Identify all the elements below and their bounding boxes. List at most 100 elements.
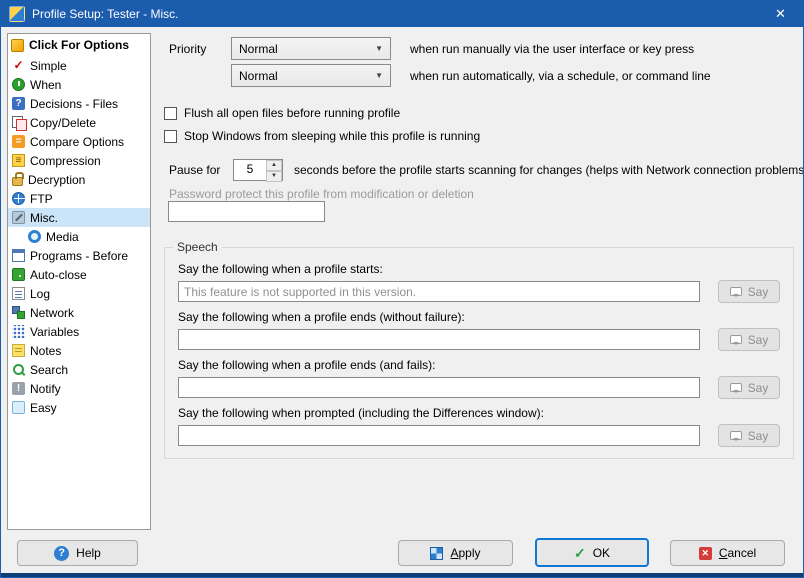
sidebar-item-when[interactable]: When: [8, 75, 150, 94]
sidebar-item-decisions-files[interactable]: Decisions - Files: [8, 94, 150, 113]
media-icon: [28, 230, 41, 243]
sidebar-item-search[interactable]: Search: [8, 360, 150, 379]
flush-files-label[interactable]: Flush all open files before running prof…: [184, 106, 400, 120]
speech-prompted-label: Say the following when prompted (includi…: [178, 406, 544, 420]
easy-icon: [12, 401, 25, 414]
speech-start-label: Say the following when a profile starts:: [178, 262, 383, 276]
compression-icon: [12, 154, 25, 167]
say-button-label: Say: [748, 333, 769, 347]
sidebar-item-misc[interactable]: Misc.: [8, 208, 150, 227]
speech-end-fail-input[interactable]: [178, 377, 700, 398]
window-title: Profile Setup: Tester - Misc.: [32, 7, 179, 21]
apply-button-label: Apply: [450, 546, 480, 560]
say-end-ok-button[interactable]: Say: [718, 328, 780, 351]
sidebar-item-label: Programs - Before: [30, 249, 128, 263]
chevron-down-icon: ▼: [375, 44, 383, 53]
flush-files-checkbox[interactable]: [164, 107, 177, 120]
priority-manual-value: Normal: [239, 42, 278, 56]
priority-manual-desc: when run manually via the user interface…: [410, 42, 694, 56]
sidebar-item-label: Log: [30, 287, 50, 301]
auto-close-icon: [12, 268, 25, 281]
help-button[interactable]: Help: [17, 540, 138, 566]
apply-icon: [430, 547, 443, 560]
sidebar-item-media[interactable]: Media: [8, 227, 150, 246]
ftp-icon: [12, 192, 25, 205]
say-prompted-button[interactable]: Say: [718, 424, 780, 447]
cancel-button[interactable]: Cancel: [670, 540, 785, 566]
stop-sleep-label[interactable]: Stop Windows from sleeping while this pr…: [184, 129, 480, 143]
sidebar-item-copy-delete[interactable]: Copy/Delete: [8, 113, 150, 132]
help-button-label: Help: [76, 546, 101, 560]
title-bar[interactable]: Profile Setup: Tester - Misc. ✕: [1, 1, 803, 27]
when-icon: [12, 78, 25, 91]
password-field[interactable]: [168, 201, 325, 222]
cancel-x-icon: [699, 547, 712, 560]
stepper-buttons: ▲ ▼: [266, 160, 282, 180]
speech-bubble-icon: [730, 383, 742, 392]
sidebar-item-auto-close[interactable]: Auto-close: [8, 265, 150, 284]
speech-end-ok-input[interactable]: [178, 329, 700, 350]
sidebar-item-compression[interactable]: Compression: [8, 151, 150, 170]
sidebar-item-network[interactable]: Network: [8, 303, 150, 322]
profile-setup-dialog: Profile Setup: Tester - Misc. ✕ Click Fo…: [0, 0, 804, 578]
sidebar-item-label: Network: [30, 306, 74, 320]
apply-button[interactable]: Apply: [398, 540, 513, 566]
priority-auto-desc: when run automatically, via a schedule, …: [410, 69, 711, 83]
say-end-fail-button[interactable]: Say: [718, 376, 780, 399]
sidebar-item-log[interactable]: Log: [8, 284, 150, 303]
stop-sleep-row: Stop Windows from sleeping while this pr…: [164, 128, 480, 144]
sidebar-item-label: Variables: [30, 325, 79, 339]
speech-start-input[interactable]: [178, 281, 700, 302]
ok-check-icon: [574, 546, 586, 560]
sidebar-item-variables[interactable]: Variables: [8, 322, 150, 341]
sidebar-item-label: Decryption: [28, 173, 85, 187]
sidebar-item-label: Auto-close: [30, 268, 87, 282]
speech-bubble-icon: [730, 335, 742, 344]
stepper-up-icon[interactable]: ▲: [266, 160, 282, 171]
sidebar-item-notes[interactable]: Notes: [8, 341, 150, 360]
sidebar-item-decryption[interactable]: Decryption: [8, 170, 150, 189]
say-button-label: Say: [748, 285, 769, 299]
sidebar-item-notify[interactable]: Notify: [8, 379, 150, 398]
sidebar-item-ftp[interactable]: FTP: [8, 189, 150, 208]
pause-seconds-stepper[interactable]: 5 ▲ ▼: [233, 159, 283, 181]
sidebar-item-label: Simple: [30, 59, 67, 73]
simple-icon: [12, 59, 25, 72]
speech-group: Speech Say the following when a profile …: [164, 247, 794, 459]
sidebar-item-easy[interactable]: Easy: [8, 398, 150, 417]
stop-sleep-checkbox[interactable]: [164, 130, 177, 143]
sidebar-item-label: Media: [46, 230, 79, 244]
help-icon: [54, 546, 69, 561]
sidebar-item-simple[interactable]: Simple: [8, 56, 150, 75]
say-button-label: Say: [748, 381, 769, 395]
sidebar-item-label: Decisions - Files: [30, 97, 118, 111]
priority-label: Priority: [169, 42, 206, 56]
priority-auto-value: Normal: [239, 69, 278, 83]
pause-seconds-value[interactable]: 5: [234, 160, 266, 180]
compare-icon: [12, 135, 25, 148]
close-icon[interactable]: ✕: [758, 1, 803, 27]
log-icon: [12, 287, 25, 300]
sidebar-item-programs-before[interactable]: Programs - Before: [8, 246, 150, 265]
flush-files-row: Flush all open files before running prof…: [164, 105, 400, 121]
network-icon: [12, 306, 25, 319]
sidebar-item-label: FTP: [30, 192, 53, 206]
speech-prompted-input[interactable]: [178, 425, 700, 446]
speech-end-ok-label: Say the following when a profile ends (w…: [178, 310, 465, 324]
sidebar-item-compare-options[interactable]: Compare Options: [8, 132, 150, 151]
sidebar-item-label: Copy/Delete: [30, 116, 96, 130]
priority-manual-select[interactable]: Normal ▼: [231, 37, 391, 60]
misc-icon: [12, 211, 25, 224]
programs-icon: [12, 249, 25, 262]
cancel-button-label: Cancel: [719, 546, 756, 560]
say-start-button[interactable]: Say: [718, 280, 780, 303]
sidebar-item-label: Compression: [30, 154, 101, 168]
stepper-down-icon[interactable]: ▼: [266, 171, 282, 182]
app-icon[interactable]: [9, 6, 25, 22]
sidebar-item-label: When: [30, 78, 61, 92]
ok-button[interactable]: OK: [535, 538, 649, 567]
priority-auto-select[interactable]: Normal ▼: [231, 64, 391, 87]
chevron-down-icon: ▼: [375, 71, 383, 80]
speech-bubble-icon: [730, 287, 742, 296]
decisions-icon: [12, 97, 25, 110]
